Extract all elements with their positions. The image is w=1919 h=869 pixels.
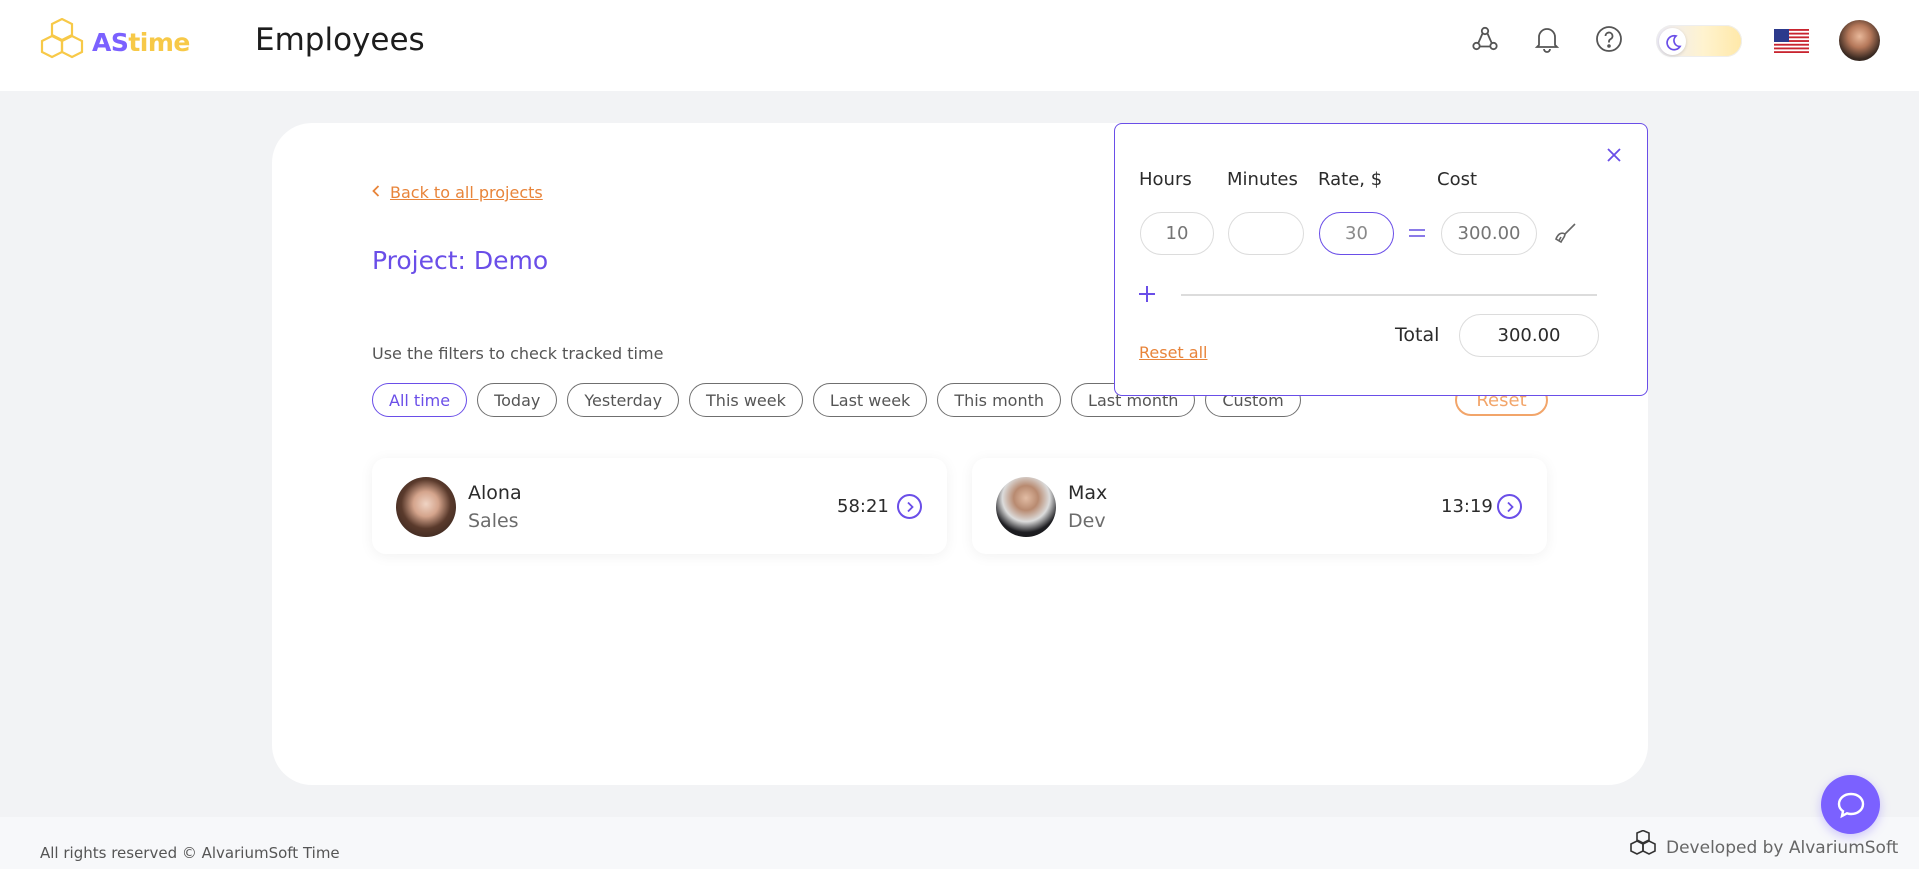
minutes-field[interactable]: [1228, 212, 1304, 255]
alvariumsoft-logo-icon: [1630, 830, 1656, 855]
hours-field[interactable]: [1140, 212, 1214, 255]
cost-label: Cost: [1437, 169, 1478, 190]
employee-time: 13:19: [1441, 496, 1493, 517]
add-row-icon[interactable]: [1138, 280, 1156, 308]
chevron-right-icon[interactable]: [897, 494, 922, 519]
filter-this-month[interactable]: This month: [937, 383, 1062, 417]
chevron-left-icon: [372, 184, 380, 201]
employee-card[interactable]: Alona Sales 58:21: [372, 458, 947, 554]
project-title: Project: Demo: [372, 246, 549, 275]
chevron-right-icon[interactable]: [1497, 494, 1522, 519]
employee-time: 58:21: [837, 496, 889, 517]
avatar: [396, 477, 456, 537]
divider: [1181, 294, 1597, 296]
moon-icon: [1659, 28, 1686, 55]
broom-icon[interactable]: [1553, 221, 1579, 247]
minutes-label: Minutes: [1227, 169, 1298, 190]
chat-bubble-icon: [1837, 792, 1864, 818]
total-value: 300.00: [1459, 314, 1599, 357]
cost-field[interactable]: [1441, 212, 1537, 255]
back-link-label: Back to all projects: [390, 183, 543, 202]
reset-all-link[interactable]: Reset all: [1139, 343, 1207, 362]
chat-support-button[interactable]: [1821, 775, 1880, 834]
hours-label: Hours: [1139, 169, 1192, 190]
logo-text: AStime: [92, 28, 190, 57]
copyright-text: All rights reserved © AlvariumSoft Time: [40, 844, 340, 862]
developed-by-text: Developed by AlvariumSoft: [1666, 838, 1899, 858]
cost-calculator-popup: Hours Minutes Rate, $ Cost Reset all Tot…: [1114, 123, 1648, 396]
hexagon-logo-icon: [40, 18, 84, 59]
logo-text-as: AS: [92, 27, 129, 57]
rate-field[interactable]: [1319, 212, 1394, 255]
filter-today[interactable]: Today: [477, 383, 558, 417]
employee-dept: Sales: [468, 510, 519, 532]
total-label: Total: [1395, 324, 1440, 346]
rate-label: Rate, $: [1318, 169, 1383, 190]
filter-this-week[interactable]: This week: [689, 383, 803, 417]
app-logo[interactable]: AStime: [38, 18, 190, 66]
theme-toggle[interactable]: [1656, 25, 1742, 57]
employee-card[interactable]: Max Dev 13:19: [972, 458, 1547, 554]
filter-yesterday[interactable]: Yesterday: [567, 383, 680, 417]
avatar: [996, 477, 1056, 537]
employee-dept: Dev: [1068, 510, 1106, 532]
logo-text-time: time: [128, 27, 190, 57]
bell-icon[interactable]: [1532, 24, 1562, 54]
us-flag-icon[interactable]: [1774, 29, 1809, 53]
employee-name: Max: [1068, 482, 1108, 504]
page-title: Employees: [255, 22, 425, 58]
close-icon[interactable]: [1606, 144, 1622, 169]
help-icon[interactable]: [1594, 24, 1624, 54]
back-to-projects-link[interactable]: Back to all projects: [372, 183, 543, 202]
filter-all-time[interactable]: All time: [372, 383, 468, 417]
filter-last-week[interactable]: Last week: [812, 383, 928, 417]
equals-icon: [1408, 220, 1426, 245]
employee-name: Alona: [468, 482, 522, 504]
filter-hint: Use the filters to check tracked time: [372, 344, 664, 363]
top-header: AStime Employees: [0, 0, 1919, 91]
user-avatar[interactable]: [1839, 20, 1880, 61]
network-icon[interactable]: [1470, 24, 1500, 54]
